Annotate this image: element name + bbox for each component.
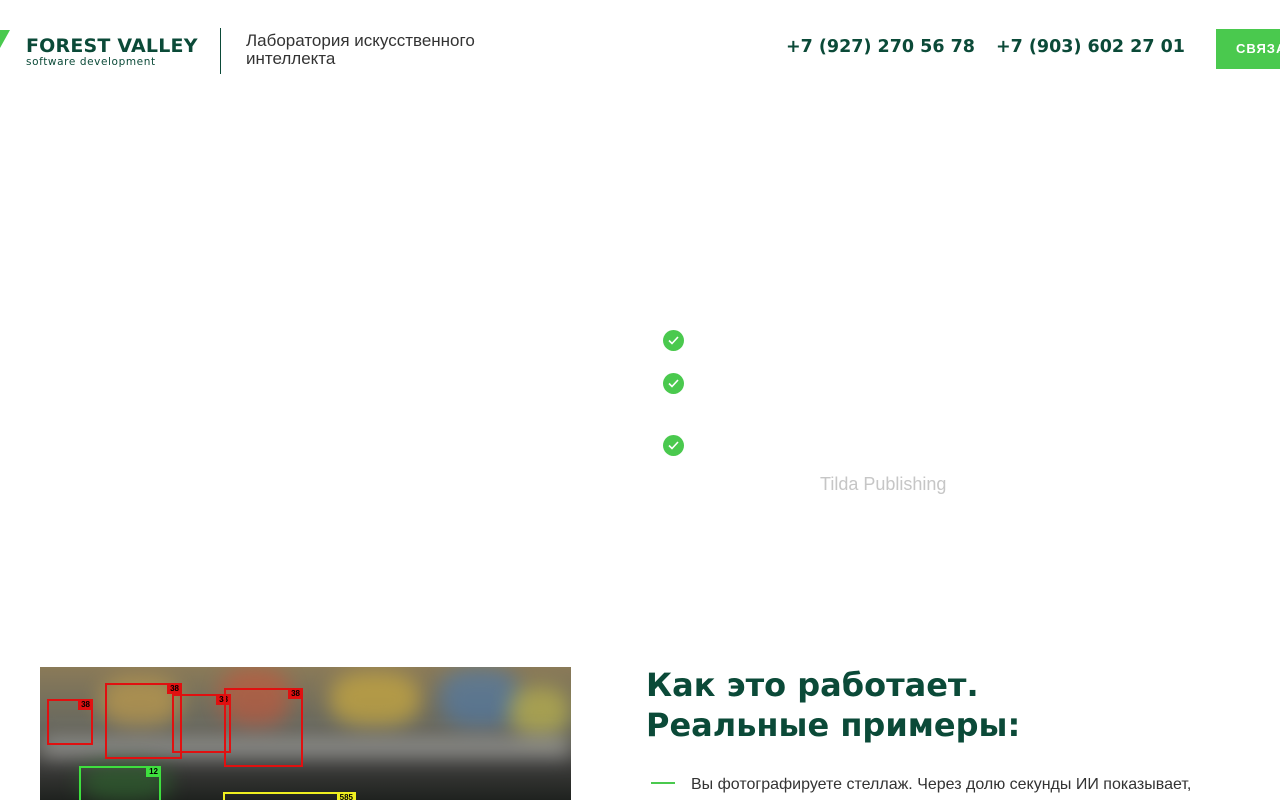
shelf-recognition-example-image: 38 38 38 38 12 585 (40, 667, 571, 800)
phone-link-1[interactable]: +7 (927) 270 56 78 (786, 37, 975, 57)
detection-tag: 12 (146, 766, 161, 777)
detection-box: 12 (79, 766, 161, 800)
detection-tag: 38 (167, 683, 182, 694)
detection-box: 38 (224, 688, 303, 767)
detection-box: 585 (223, 792, 356, 800)
detection-box: 38 (47, 699, 93, 745)
list-dash (651, 782, 675, 784)
detection-tag: 585 (336, 792, 356, 800)
logo-leaf-icon (0, 30, 10, 48)
check-icon (663, 435, 684, 456)
check-icon (663, 373, 684, 394)
site-header: FOREST VALLEY software development Лабор… (0, 0, 1280, 100)
header-tagline: Лаборатория искусственного интеллекта (246, 32, 546, 68)
section-title-line-1: Как это работает. (646, 666, 979, 704)
detection-tag: 38 (78, 699, 93, 710)
tilda-watermark: Tilda Publishing (820, 474, 947, 494)
detection-box: 38 (105, 683, 182, 759)
contact-button[interactable]: СВЯЗАТЬСЯ (1216, 29, 1280, 69)
phone-link-2[interactable]: +7 (903) 602 27 01 (996, 37, 1185, 57)
check-icon (663, 330, 684, 351)
tagline-line-2: интеллекта (246, 49, 336, 68)
logo-title[interactable]: FOREST VALLEY (26, 35, 198, 57)
header-divider (220, 28, 221, 74)
detection-tag: 38 (288, 688, 303, 699)
section-title: Как это работает. Реальные примеры: (646, 665, 1246, 745)
section-title-line-2: Реальные примеры: (646, 706, 1021, 744)
tagline-line-1: Лаборатория искусственного (246, 31, 475, 50)
detection-box: 38 (172, 694, 231, 753)
logo-subtitle[interactable]: software development (26, 56, 156, 68)
section-description: Вы фотографируете стеллаж. Через долю се… (691, 776, 1192, 793)
